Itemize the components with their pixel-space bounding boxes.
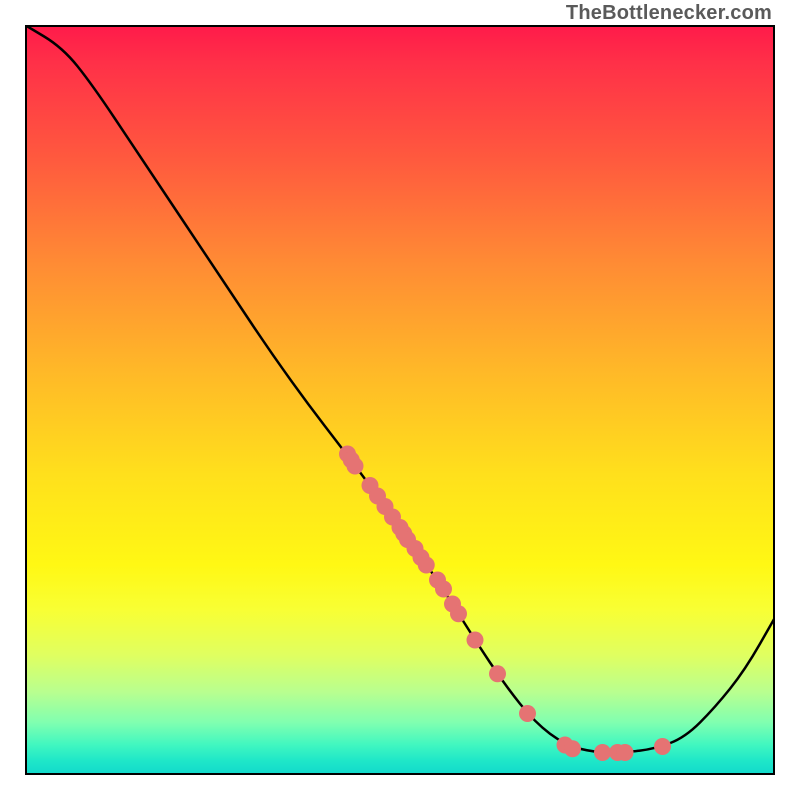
watermark-text: TheBottlenecker.com (566, 2, 772, 25)
plot-background (25, 25, 775, 775)
plot-area (25, 25, 775, 775)
chart-container: TheBottlenecker.com (0, 0, 800, 800)
